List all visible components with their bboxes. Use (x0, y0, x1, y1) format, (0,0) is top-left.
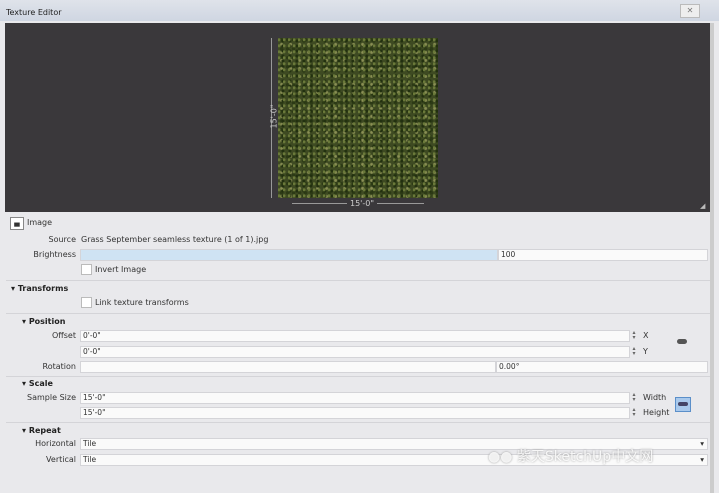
link-transforms-label: Link texture transforms (95, 298, 189, 307)
divider (6, 422, 710, 423)
wechat-icon: ●● (488, 449, 517, 465)
divider (6, 280, 710, 281)
width-label: Width (643, 393, 667, 402)
link-chain-icon (678, 402, 688, 406)
vertical-label: Vertical (46, 455, 76, 464)
chevron-down-icon: ▾ (700, 455, 704, 464)
width-input[interactable]: 15'-0" (80, 392, 630, 404)
image-icon[interactable]: ▄ (10, 217, 24, 230)
offset-x-input[interactable]: 0'-0" (80, 330, 630, 342)
watermark: ●● 紫天SketchUp中文网 (488, 446, 653, 466)
title-bar (0, 0, 719, 21)
close-icon: ✕ (686, 6, 694, 15)
offset-y-input[interactable]: 0'-0" (80, 346, 630, 358)
horizontal-value: Tile (83, 439, 97, 448)
close-button[interactable]: ✕ (680, 4, 700, 18)
repeat-heading-label: Repeat (28, 426, 61, 435)
image-heading: Image (27, 218, 53, 227)
rotation-label: Rotation (42, 362, 76, 371)
height-input[interactable]: 15'-0" (80, 407, 630, 419)
transforms-heading[interactable]: ▾ Transforms (11, 284, 68, 293)
rotation-input[interactable]: 0.00° (496, 361, 708, 373)
repeat-heading[interactable]: ▾ Repeat (22, 426, 61, 435)
offset-y-spinner[interactable]: ▴ ▾ (630, 346, 638, 357)
width-dimension-label: 15'-0" (347, 199, 378, 208)
brightness-slider[interactable] (80, 249, 498, 261)
link-transforms-checkbox[interactable] (81, 297, 92, 308)
height-dimension-label: 15'-0" (269, 104, 279, 129)
y-label: Y (643, 347, 648, 356)
height-label: Height (643, 408, 670, 417)
offset-x-spinner[interactable]: ▴ ▾ (630, 330, 638, 341)
x-label: X (643, 331, 649, 340)
source-value: Grass September seamless texture (1 of 1… (81, 235, 269, 244)
transforms-heading-label: Transforms (17, 284, 69, 293)
link-chain-icon[interactable] (677, 339, 687, 344)
rotation-slider[interactable] (80, 361, 496, 373)
scale-heading[interactable]: ▾ Scale (22, 379, 53, 388)
brightness-label: Brightness (33, 250, 76, 259)
brightness-input[interactable]: 100 (498, 249, 708, 261)
position-heading[interactable]: ▾ Position (22, 317, 65, 326)
horizontal-label: Horizontal (35, 439, 76, 448)
invert-image-label: Invert Image (95, 265, 147, 274)
height-spinner[interactable]: ▴ ▾ (630, 407, 638, 418)
vertical-value: Tile (83, 455, 97, 464)
resize-grip-icon[interactable]: ◢ (700, 202, 705, 210)
scrollbar[interactable] (710, 23, 714, 493)
width-spinner[interactable]: ▴ ▾ (630, 392, 638, 403)
lock-aspect-button[interactable] (675, 397, 691, 412)
scale-heading-label: Scale (28, 379, 53, 388)
invert-image-checkbox[interactable] (81, 264, 92, 275)
chevron-down-icon: ▾ (700, 439, 704, 448)
sample-size-label: Sample Size (27, 393, 76, 402)
divider (6, 376, 710, 377)
offset-label: Offset (51, 331, 76, 340)
window-title: Texture Editor (6, 8, 62, 17)
divider (6, 313, 710, 314)
texture-image (278, 38, 438, 198)
position-heading-label: Position (28, 317, 66, 326)
source-label: Source (48, 235, 76, 244)
watermark-text: 紫天SketchUp中文网 (516, 449, 654, 465)
